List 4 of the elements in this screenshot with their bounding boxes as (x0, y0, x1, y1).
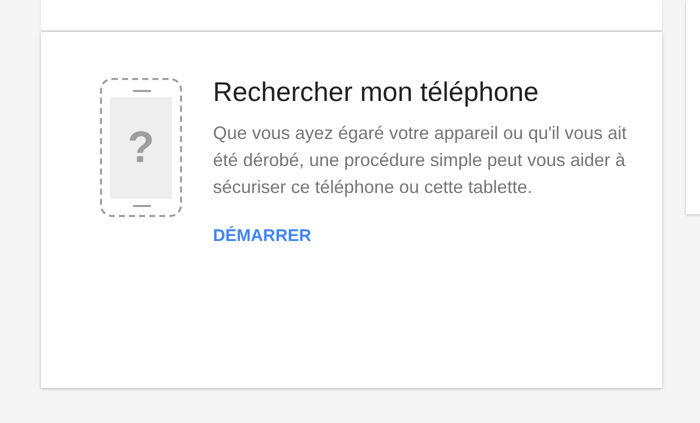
start-button[interactable]: DÉMARRER (213, 227, 312, 244)
phone-icon: ? (100, 78, 182, 217)
card-title: Rechercher mon téléphone (213, 76, 540, 108)
card-description: Que vous ayez égaré votre appareil ou qu'il vous ait été dérobé, une procédure simple peut vous aider à sécuriser ce téléphone ou cette tablette. (213, 122, 628, 199)
